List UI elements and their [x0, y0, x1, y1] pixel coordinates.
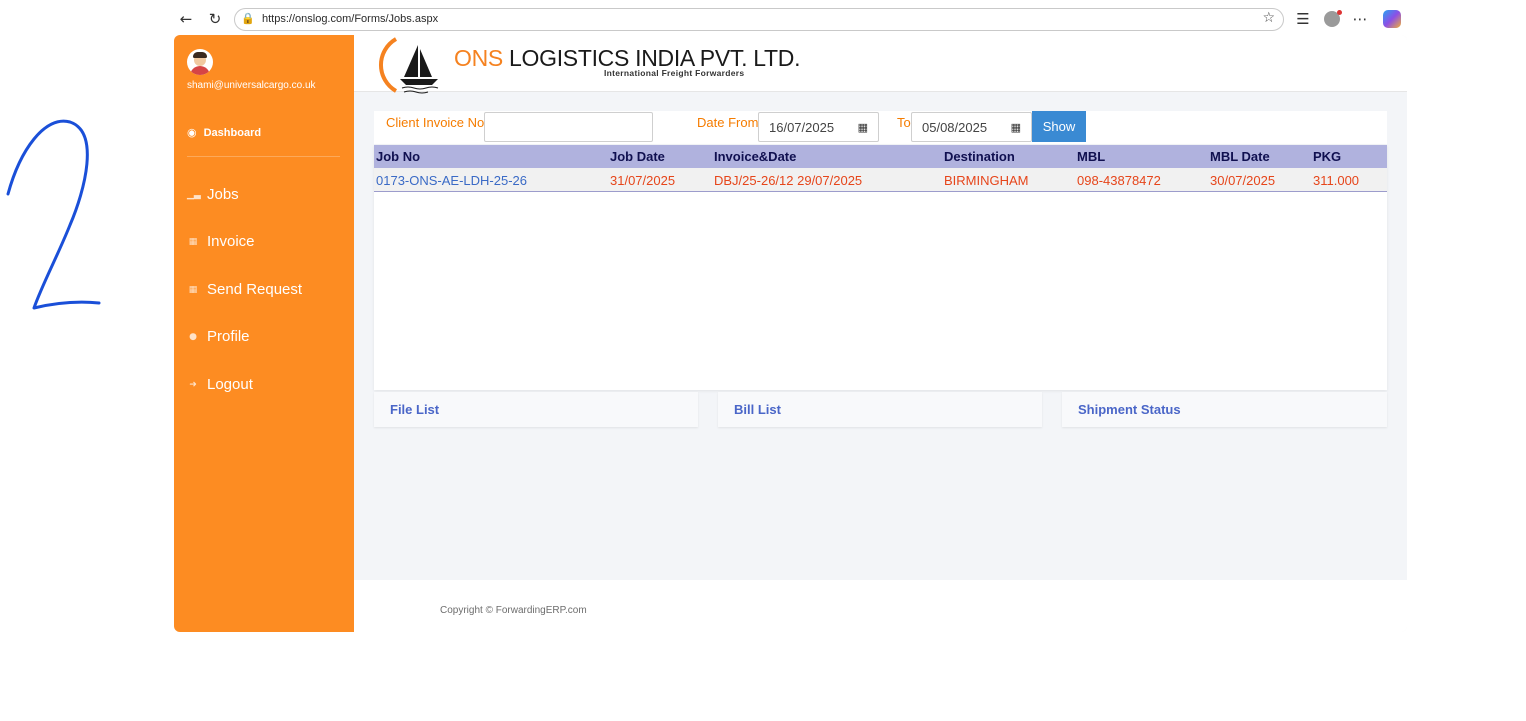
refresh-icon[interactable]: ↻ [204, 8, 226, 30]
date-to-field[interactable]: 05/08/2025 ▦ [911, 112, 1032, 142]
page-header: ONS LOGISTICS INDIA PVT. LTD. Internatio… [354, 35, 1407, 94]
detail-tabs: File List Bill List Shipment Status [374, 392, 1387, 427]
screen: ← ↻ 🔒 https://onslog.com/Forms/Jobs.aspx… [0, 0, 1526, 721]
sidebar-item-label: Jobs [207, 186, 239, 203]
tab-shipment-status[interactable]: Shipment Status [1062, 392, 1387, 427]
calendar-icon[interactable]: ▦ [858, 121, 868, 134]
sidebar: shami@universalcargo.co.uk ◉ Dashboard ▁… [174, 35, 354, 632]
logout-icon: ➜ [189, 379, 197, 390]
notification-dot-icon [1337, 10, 1342, 15]
client-invoice-input[interactable] [484, 112, 653, 142]
address-bar[interactable]: 🔒 https://onslog.com/Forms/Jobs.aspx ☆ [234, 8, 1284, 31]
column-header[interactable]: Job No [376, 149, 420, 164]
sidebar-item-send-request[interactable]: ▦ Send Request [187, 281, 302, 298]
lock-icon: 🔒 [241, 12, 255, 25]
sidebar-item-profile[interactable]: ● Profile [187, 328, 250, 345]
table-cell: BIRMINGHAM [944, 173, 1029, 188]
jobs-table: Job No Job Date Invoice&Date Destination… [374, 145, 1387, 390]
sidebar-divider [187, 156, 340, 157]
favorite-star-icon[interactable]: ☆ [1262, 10, 1275, 26]
company-name-prefix: ONS [454, 45, 503, 71]
client-invoice-label: Client Invoice No [386, 115, 485, 130]
browser-window: ← ↻ 🔒 https://onslog.com/Forms/Jobs.aspx… [172, 5, 1409, 633]
page-viewport: shami@universalcargo.co.uk ◉ Dashboard ▁… [174, 35, 1407, 632]
chart-icon: ▁▃ [187, 189, 201, 200]
user-email: shami@universalcargo.co.uk [187, 80, 316, 91]
sidebar-item-jobs[interactable]: ▁▃ Jobs [187, 186, 239, 203]
table-cell: DBJ/25-26/12 29/07/2025 [714, 173, 863, 188]
sidebar-item-label: Logout [207, 376, 253, 393]
calendar-icon[interactable]: ▦ [1011, 121, 1021, 134]
job-no-link[interactable]: 0173-ONS-AE-LDH-25-26 [376, 173, 527, 188]
column-header[interactable]: Invoice&Date [714, 149, 796, 164]
date-to-value: 05/08/2025 [922, 120, 988, 135]
sidebar-item-label: Invoice [207, 233, 255, 250]
table-icon: ▦ [188, 284, 198, 295]
dashboard-gauge-icon: ◉ [187, 126, 197, 139]
back-arrow-icon[interactable]: ← [175, 8, 197, 30]
handwritten-number-scribble [6, 119, 101, 310]
browser-toolbar: ← ↻ 🔒 https://onslog.com/Forms/Jobs.aspx… [172, 5, 1409, 33]
more-options-icon[interactable]: ⋯ [1349, 8, 1371, 30]
column-header[interactable]: MBL [1077, 149, 1105, 164]
date-to-label: To [897, 115, 911, 130]
table-header: Job No Job Date Invoice&Date Destination… [374, 145, 1387, 168]
favorites-list-icon[interactable]: ☰ [1292, 8, 1314, 30]
copyright-text: Copyright © ForwardingERP.com [440, 605, 587, 616]
table-row[interactable]: 0173-ONS-AE-LDH-25-26 31/07/2025 DBJ/25-… [374, 168, 1387, 192]
tab-bill-list[interactable]: Bill List [718, 392, 1042, 427]
date-from-field[interactable]: 16/07/2025 ▦ [758, 112, 879, 142]
date-from-value: 16/07/2025 [769, 120, 835, 135]
column-header[interactable]: MBL Date [1210, 149, 1270, 164]
copilot-icon[interactable] [1383, 10, 1401, 28]
date-from-label: Date From [697, 115, 759, 130]
sidebar-item-logout[interactable]: ➜ Logout [187, 376, 253, 393]
column-header[interactable]: Destination [944, 149, 1015, 164]
user-icon: ● [189, 331, 197, 342]
sidebar-item-label: Send Request [207, 281, 303, 298]
url-text: https://onslog.com/Forms/Jobs.aspx [262, 13, 439, 25]
table-cell: 098-43878472 [1077, 173, 1161, 188]
column-header[interactable]: Job Date [610, 149, 665, 164]
tab-file-list[interactable]: File List [374, 392, 698, 427]
page-footer: Copyright © ForwardingERP.com [354, 580, 1407, 632]
column-header[interactable]: PKG [1313, 149, 1341, 164]
show-button[interactable]: Show [1032, 111, 1086, 142]
table-cell: 31/07/2025 [610, 173, 676, 188]
table-cell: 30/07/2025 [1210, 173, 1276, 188]
user-avatar [187, 49, 213, 75]
sidebar-item-invoice[interactable]: ▦ Invoice [187, 233, 255, 250]
sidebar-item-label: Dashboard [203, 126, 262, 139]
sidebar-item-label: Profile [207, 328, 250, 345]
table-cell: 311.000 [1313, 173, 1360, 188]
filter-bar: Client Invoice No Date From 16/07/2025 ▦… [374, 111, 1387, 144]
sidebar-item-dashboard[interactable]: ◉ Dashboard [187, 126, 261, 139]
company-tagline: International Freight Forwarders [604, 68, 745, 78]
table-icon: ▦ [188, 236, 198, 247]
company-logo-ship-icon [378, 37, 439, 94]
